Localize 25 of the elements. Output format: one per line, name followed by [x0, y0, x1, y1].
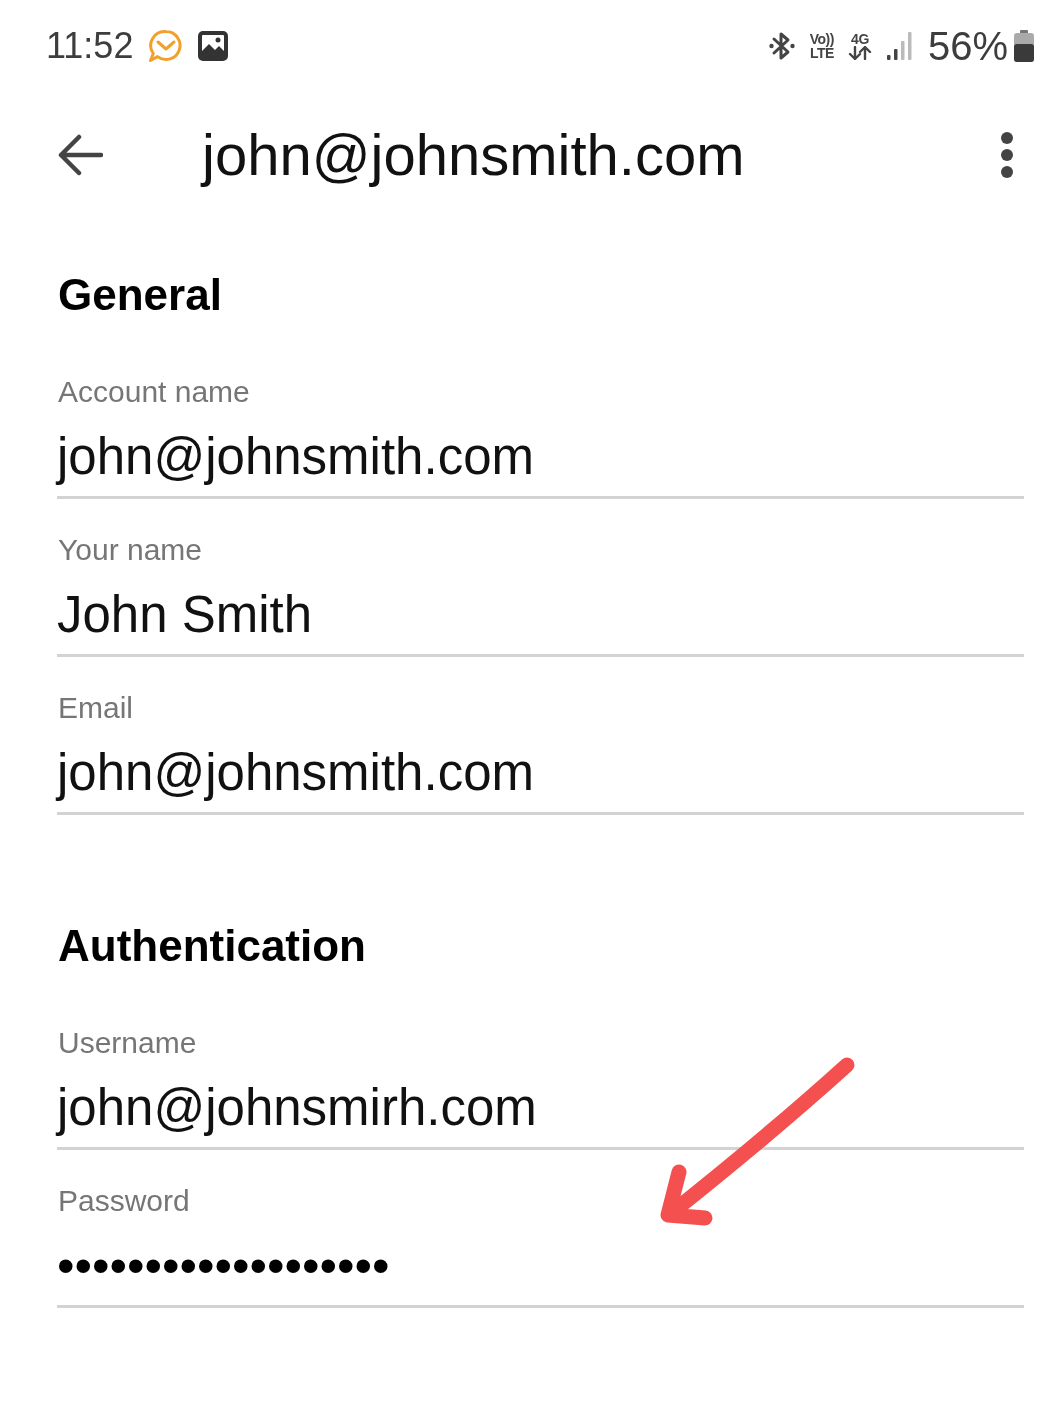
back-arrow-icon — [57, 134, 103, 176]
text-field[interactable]: john@johnsmirh.com — [57, 1078, 1024, 1150]
field-label: Username — [58, 1025, 197, 1061]
more-options-icon — [1000, 132, 1014, 178]
volte-indicator: Vo)) LTE — [809, 32, 834, 60]
bluetooth-icon — [767, 30, 796, 62]
toolbar-title: john@johnsmith.com — [202, 121, 745, 189]
field-label: Password — [58, 1183, 190, 1219]
field-label: Your name — [58, 532, 202, 568]
image-icon — [197, 30, 230, 62]
text-field[interactable]: John Smith — [57, 585, 1024, 657]
battery-icon — [1014, 30, 1034, 62]
field-label: Email — [58, 690, 133, 726]
text-field[interactable]: john@johnsmith.com — [57, 743, 1024, 815]
signal-icon — [885, 31, 914, 61]
battery-percent: 56% — [927, 26, 1008, 66]
data-arrows-icon — [847, 46, 872, 60]
section-heading: General — [58, 269, 223, 321]
network-type: 4G — [851, 32, 869, 46]
password-field[interactable]: ••••••••••••••••••• — [57, 1236, 1024, 1308]
section-heading: Authentication — [58, 920, 367, 972]
status-time: 11:52 — [46, 28, 134, 64]
field-label: Account name — [58, 374, 250, 410]
text-field[interactable]: john@johnsmith.com — [57, 427, 1024, 499]
mail-bubble-icon — [147, 29, 184, 63]
